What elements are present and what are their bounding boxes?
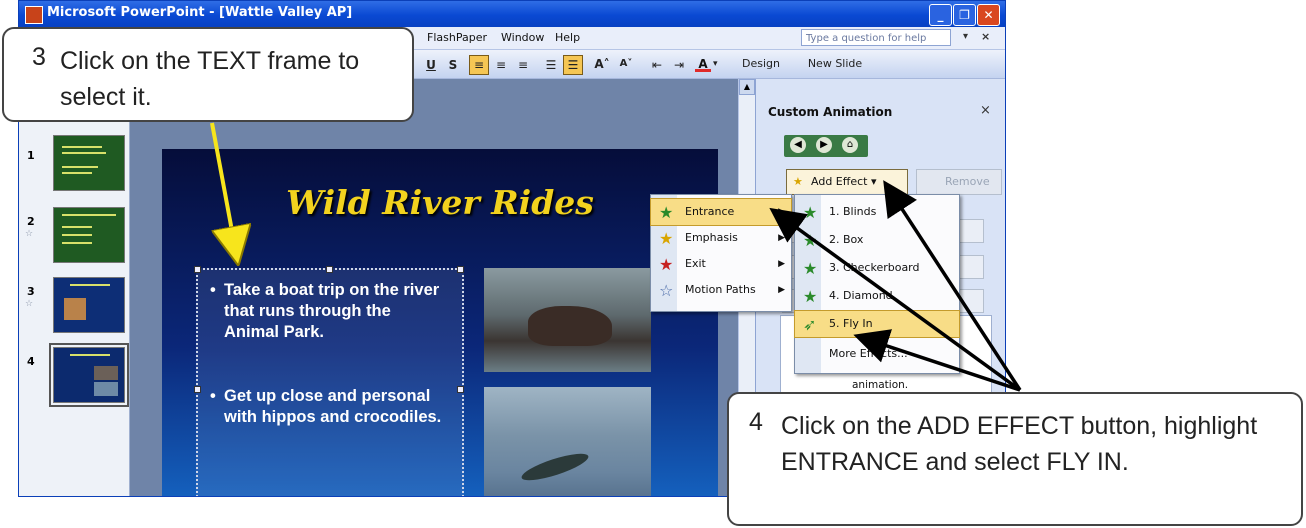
step-4-callout: 4 Click on the ADD EFFECT button, highli…	[727, 392, 1303, 526]
yellow-arrow	[210, 122, 237, 258]
step-number: 3	[32, 43, 46, 71]
step-number: 4	[749, 408, 763, 436]
black-arrow-to-fly-in	[853, 329, 1021, 392]
step-3-callout: 3 Click on the TEXT frame to select it.	[2, 27, 414, 122]
black-arrow-to-entrance	[769, 207, 1022, 392]
step-instruction: Click on the TEXT frame to select it.	[60, 47, 360, 111]
black-arrow-to-add-effect	[883, 180, 1022, 391]
step-instruction: Click on the ADD EFFECT button, highligh…	[781, 412, 1258, 476]
